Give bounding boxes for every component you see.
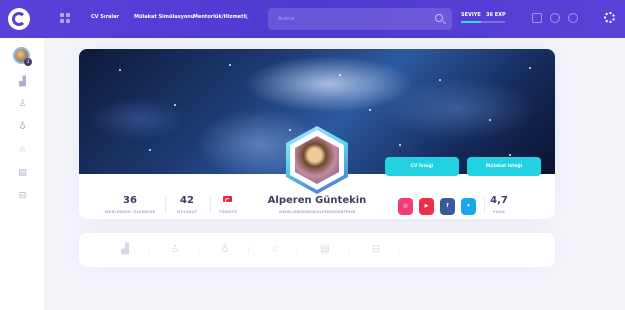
search-placeholder: Arama bbox=[278, 16, 295, 22]
gear-icon[interactable] bbox=[604, 12, 615, 23]
user-linkedin[interactable]: WWW.LINKEDIN/IN/ALPERENGUNTEKIN bbox=[244, 210, 390, 214]
search-icon[interactable] bbox=[435, 14, 443, 22]
nav-link-cv[interactable]: CV Sıralar bbox=[91, 14, 119, 20]
calendar-icon[interactable]: ▤ bbox=[320, 245, 330, 255]
user-name: Alperen Güntekin bbox=[267, 195, 367, 206]
shopping-bag-icon[interactable] bbox=[532, 13, 542, 23]
grid-menu-icon[interactable] bbox=[60, 13, 71, 24]
badge-icon[interactable]: ♁ bbox=[220, 245, 230, 255]
divider bbox=[248, 246, 249, 254]
messages-icon[interactable] bbox=[550, 13, 560, 23]
interview-request-button[interactable]: Mülakat İsteği bbox=[467, 157, 541, 176]
top-bar: CV Sıralar Mülakat Simülasyonu Mentorlük… bbox=[0, 0, 625, 38]
facebook-icon[interactable]: f bbox=[440, 198, 455, 215]
divider bbox=[297, 246, 298, 254]
calendar-icon[interactable]: ▤ bbox=[18, 169, 27, 178]
stat-views-label: WEBLERDEN İZLENDİNE bbox=[104, 210, 156, 214]
turkey-flag-icon bbox=[223, 196, 232, 203]
divider bbox=[398, 246, 399, 254]
instagram-icon[interactable]: ◎ bbox=[398, 198, 413, 215]
rating-label: PUAN bbox=[493, 210, 505, 214]
nav-link-interview-sim[interactable]: Mülakat Simülasyonu bbox=[134, 14, 194, 20]
notifications-icon[interactable] bbox=[568, 13, 578, 23]
chart-icon[interactable]: ▟ bbox=[18, 78, 27, 87]
badge-icon[interactable]: ♁ bbox=[18, 123, 27, 132]
search-input[interactable]: Arama bbox=[268, 8, 452, 30]
stat-interviews-value: 42 bbox=[180, 195, 194, 206]
chart-icon[interactable]: ▟ bbox=[120, 245, 130, 255]
star-icon[interactable]: ☆ bbox=[18, 146, 27, 155]
stat-views-value: 36 bbox=[123, 195, 137, 206]
user-icon[interactable]: ♙ bbox=[170, 245, 180, 255]
chevron-down-icon[interactable]: ⌄ bbox=[244, 13, 250, 21]
level-badge: 3 bbox=[24, 58, 32, 66]
divider bbox=[348, 246, 349, 254]
rating-value: 4,7 bbox=[490, 195, 508, 206]
star-icon[interactable]: ☆ bbox=[270, 245, 280, 255]
sidebar: 3 ▟ ♙ ♁ ☆ ▤ ⊟ bbox=[0, 38, 44, 310]
user-icon[interactable]: ♙ bbox=[18, 100, 27, 109]
level-progress-bar bbox=[461, 21, 505, 23]
divider bbox=[198, 246, 199, 254]
store-icon[interactable]: ⊟ bbox=[18, 192, 27, 201]
profile-tabs bbox=[79, 233, 555, 267]
youtube-icon[interactable]: ▶ bbox=[419, 198, 434, 215]
cv-request-button[interactable]: CV İsteği bbox=[385, 157, 459, 176]
logo-icon[interactable] bbox=[8, 8, 30, 30]
xp-label: 36 EXP bbox=[486, 12, 506, 18]
nav-link-mentorship[interactable]: Mentorlük/Hizmetli bbox=[193, 14, 247, 20]
level-progress-fill bbox=[461, 21, 481, 23]
divider bbox=[148, 246, 149, 254]
level-label: SEVIYE bbox=[461, 12, 481, 18]
store-icon[interactable]: ⊟ bbox=[371, 245, 381, 255]
